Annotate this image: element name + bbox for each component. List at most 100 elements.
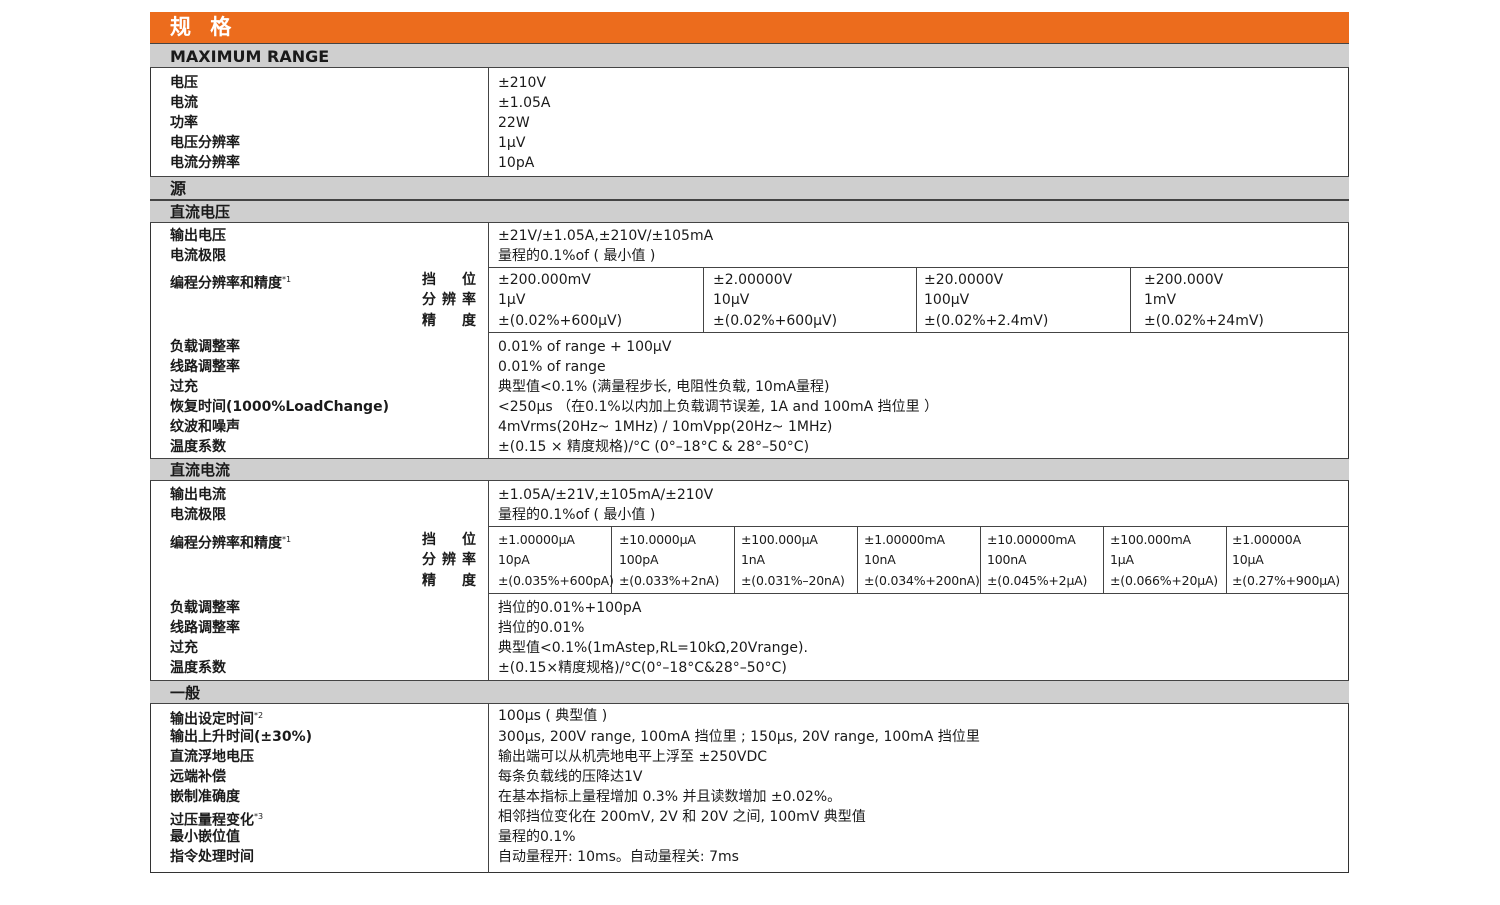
spec-value: 0.01% of range + 100μV — [498, 339, 672, 355]
resolution-cell: 10pA — [498, 552, 530, 567]
spec-value: 相邻挡位变化在 200mV, 2V 和 20V 之间, 100mV 典型值 — [498, 809, 866, 825]
table-rule — [980, 526, 981, 594]
spec-value: 100μs ( 典型值 ) — [498, 708, 608, 724]
spec-value: ±(0.15 × 精度规格)/°C (0°–18°C & 28°–50°C) — [498, 439, 810, 455]
spec-label: 嵌制准确度 — [170, 789, 240, 805]
range-row-label: 挡位 — [422, 532, 476, 548]
spec-value: 量程的0.1%of ( 最小值 ) — [498, 248, 656, 264]
spec-label: 最小嵌位值 — [170, 829, 240, 845]
accuracy-cell: ±(0.045%+2μA) — [987, 573, 1088, 588]
general-heading: 一般 — [150, 680, 1349, 704]
accuracy-cell: ±(0.02%+24mV) — [1144, 313, 1264, 329]
table-rule — [488, 332, 1349, 333]
column-divider — [488, 481, 489, 680]
accuracy-cell: ±(0.031%–20nA) — [741, 573, 845, 588]
accuracy-cell: ±(0.02%+600μV) — [713, 313, 838, 329]
table-rule — [734, 526, 735, 594]
range-cell: ±10.0000μA — [619, 532, 696, 547]
resolution-cell: 100pA — [619, 552, 659, 567]
spec-title: 规 格 — [150, 12, 1349, 43]
source-heading: 源 — [150, 176, 1349, 200]
accuracy-row-label: 精度 — [422, 313, 476, 329]
resolution-cell: 1μA — [1110, 552, 1134, 567]
spec-label: 电流极限 — [170, 248, 226, 264]
column-divider — [488, 704, 489, 873]
spec-value: 每条负载线的压降达1V — [498, 769, 643, 785]
max-range-heading: MAXIMUM RANGE — [150, 43, 1349, 68]
spec-label: 电压分辨率 — [170, 135, 240, 151]
spec-label: 过充 — [170, 640, 198, 656]
prog-resolution-label: 编程分辨率和精度*1 — [170, 535, 292, 552]
spec-label: 纹波和噪声 — [170, 419, 240, 435]
prog-resolution-label: 编程分辨率和精度*1 — [170, 275, 292, 292]
table-rule — [916, 267, 917, 333]
spec-value: 量程的0.1% — [498, 829, 576, 845]
resolution-cell: 1nA — [741, 552, 765, 567]
spec-value: ±(0.15×精度规格)/°C(0°–18°C&28°–50°C) — [498, 660, 787, 676]
range-cell: ±100.000μA — [741, 532, 818, 547]
spec-value: 量程的0.1%of ( 最小值 ) — [498, 507, 656, 523]
resolution-row-label: 分辨率 — [422, 292, 476, 308]
spec-value: 0.01% of range — [498, 359, 606, 375]
spec-value: ±1.05A/±21V,±105mA/±210V — [498, 487, 714, 503]
spec-value: 自动量程开: 10ms。自动量程关: 7ms — [498, 849, 739, 865]
range-cell: ±2.00000V — [713, 272, 793, 288]
range-cell: ±200.000mV — [498, 272, 591, 288]
table-rule — [488, 267, 1349, 268]
accuracy-cell: ±(0.035%+600pA) — [498, 573, 614, 588]
spec-label: 温度系数 — [170, 660, 226, 676]
resolution-cell: 1mV — [1144, 292, 1177, 308]
dci-heading: 直流电流 — [150, 458, 1349, 481]
column-divider — [488, 223, 489, 458]
spec-label: 电压 — [170, 75, 198, 91]
spec-value: 22W — [498, 115, 530, 131]
spec-value: 4mVrms(20Hz~ 1MHz) / 10mVpp(20Hz~ 1MHz) — [498, 419, 833, 435]
footnote-mark: *3 — [254, 812, 264, 821]
spec-label: 指令处理时间 — [170, 849, 254, 865]
spec-label: 电流 — [170, 95, 198, 111]
spec-value: ±1.05A — [498, 95, 551, 111]
range-cell: ±100.000mA — [1110, 532, 1191, 547]
footnote-mark: *2 — [254, 711, 264, 720]
accuracy-cell: ±(0.02%+600μV) — [498, 313, 623, 329]
spec-label: 线路调整率 — [170, 620, 240, 636]
footnote-mark: *1 — [282, 535, 292, 544]
spec-label: 直流浮地电压 — [170, 749, 254, 765]
table-rule — [1226, 526, 1227, 594]
resolution-cell: 10μA — [1232, 552, 1264, 567]
spec-label: 远端补偿 — [170, 769, 226, 785]
range-cell: ±20.0000V — [924, 272, 1004, 288]
table-rule — [703, 267, 704, 333]
spec-value: 典型值<0.1% (满量程步长, 电阻性负载, 10mA量程) — [498, 379, 830, 395]
dcv-heading: 直流电压 — [150, 200, 1349, 223]
table-rule — [488, 526, 1349, 527]
range-cell: ±200.000V — [1144, 272, 1224, 288]
spec-value: 输出端可以从机壳地电平上浮至 ±250VDC — [498, 749, 768, 765]
column-divider — [488, 68, 489, 176]
accuracy-row-label: 精度 — [422, 573, 476, 589]
spec-label: 电流极限 — [170, 507, 226, 523]
table-rule — [1130, 267, 1131, 333]
spec-value: 在基本指标上量程增加 0.3% 并且读数增加 ±0.02%。 — [498, 789, 842, 805]
table-rule — [488, 593, 1349, 594]
spec-value: <250μs （在0.1%以内加上负载调节误差, 1A and 100mA 挡位… — [498, 399, 939, 415]
footnote-mark: *1 — [282, 275, 292, 284]
spec-value: ±21V/±1.05A,±210V/±105mA — [498, 228, 714, 244]
range-row-label: 挡位 — [422, 272, 476, 288]
accuracy-cell: ±(0.066%+20μA) — [1110, 573, 1218, 588]
accuracy-cell: ±(0.034%+200nA) — [864, 573, 980, 588]
spec-value: ±210V — [498, 75, 547, 91]
resolution-cell: 10μV — [713, 292, 750, 308]
spec-value: 挡位的0.01% — [498, 620, 585, 636]
spec-label: 输出电压 — [170, 228, 226, 244]
spec-label: 过充 — [170, 379, 198, 395]
spec-label: 温度系数 — [170, 439, 226, 455]
accuracy-cell: ±(0.02%+2.4mV) — [924, 313, 1049, 329]
spec-value: 挡位的0.01%+100pA — [498, 600, 642, 616]
spec-value: 典型值<0.1%(1mAstep,RL=10kΩ,20Vrange). — [498, 640, 808, 656]
spec-value: 300μs, 200V range, 100mA 挡位里 ; 150μs, 20… — [498, 729, 980, 745]
spec-value: 1μV — [498, 135, 526, 151]
spec-label: 电流分辨率 — [170, 155, 240, 171]
spec-label: 功率 — [170, 115, 198, 131]
range-cell: ±1.00000μA — [498, 532, 575, 547]
